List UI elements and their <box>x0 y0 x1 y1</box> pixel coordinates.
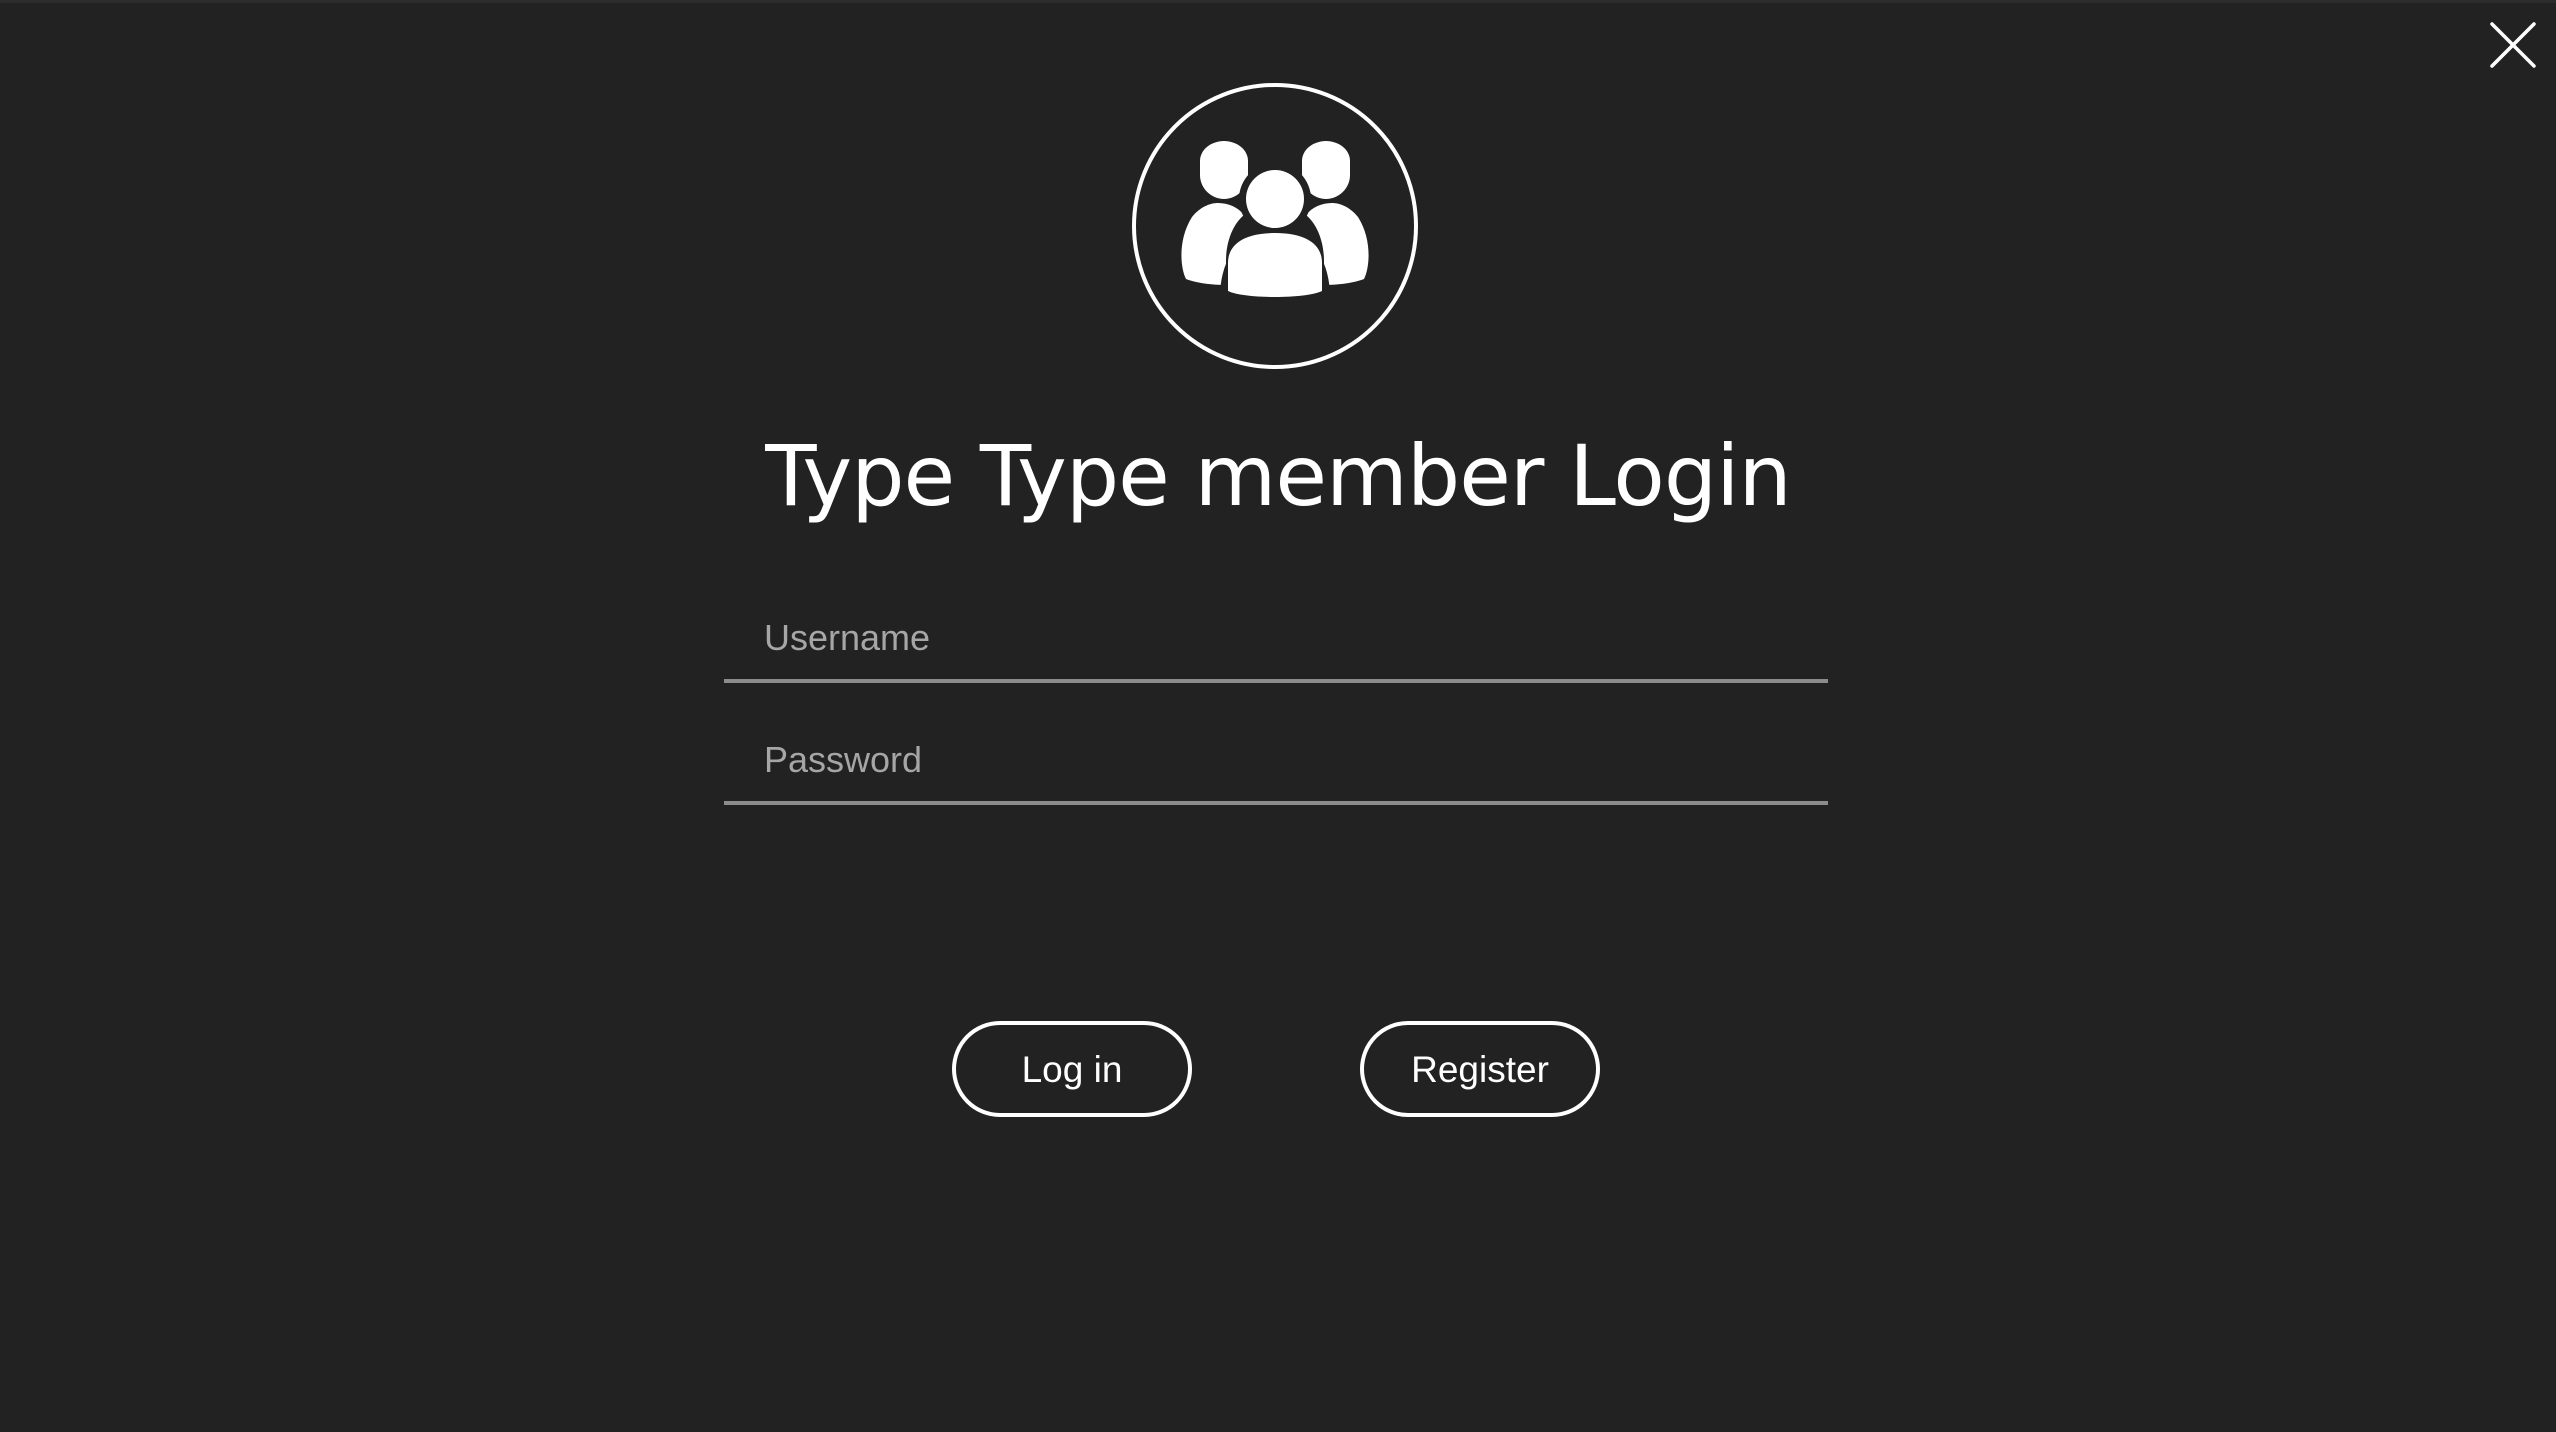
group-icon <box>1132 83 1418 369</box>
password-field-wrapper <box>724 719 1828 805</box>
page-title: Type Type member Login <box>765 427 1791 525</box>
username-field-wrapper <box>724 597 1828 683</box>
window-top-edge <box>0 0 2556 3</box>
password-input[interactable] <box>724 719 1828 801</box>
close-icon[interactable] <box>2488 20 2538 70</box>
username-input[interactable] <box>724 597 1828 679</box>
login-button[interactable]: Log in <box>952 1021 1192 1117</box>
group-users-icon <box>1181 141 1369 297</box>
register-button[interactable]: Register <box>1360 1021 1600 1117</box>
